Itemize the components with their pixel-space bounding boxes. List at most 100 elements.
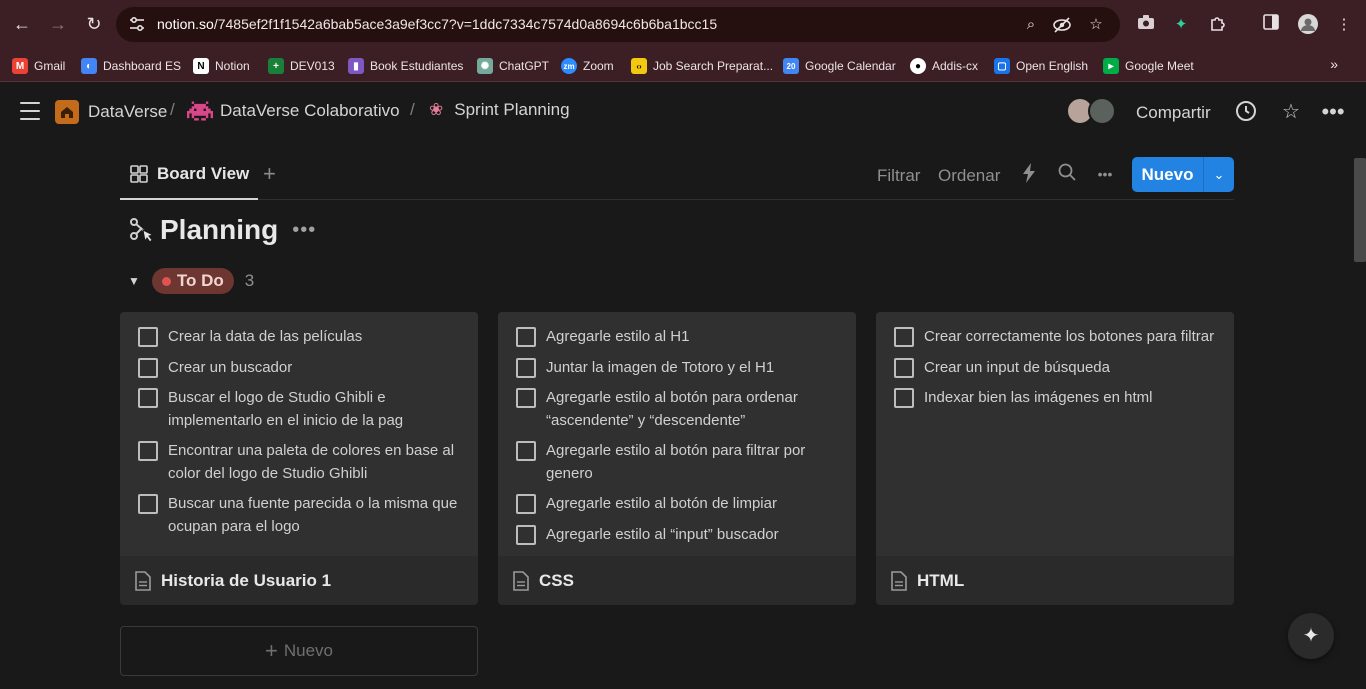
add-new-card-button[interactable]: + Nuevo	[120, 626, 478, 676]
page-scrollbar[interactable]	[1354, 158, 1366, 262]
camera-extension-icon[interactable]	[1135, 14, 1157, 36]
new-button[interactable]: Nuevo ⌄	[1132, 157, 1234, 192]
tab-board-view[interactable]: Board View	[130, 164, 249, 184]
notion-topbar: DataVerse / DataVerse Colaborativo / ❀ S…	[0, 83, 1366, 141]
bookmark-gmail[interactable]: M Gmail	[12, 55, 65, 77]
bookmark-addis-cx[interactable]: ● Addis-cx	[910, 55, 978, 77]
site-settings-icon[interactable]	[128, 15, 146, 33]
bookmark-google-calendar[interactable]: 20 Google Calendar	[783, 55, 896, 77]
todo-checkbox[interactable]	[894, 388, 914, 408]
todo-text[interactable]: Agregarle estilo al “input” buscador	[546, 524, 779, 547]
chevron-down-icon[interactable]: ⌄	[1204, 157, 1234, 192]
hummingbird-extension-icon[interactable]: ✦	[1170, 14, 1192, 36]
card-title-row[interactable]: Historia de Usuario 1	[120, 556, 478, 605]
extensions-puzzle-icon[interactable]	[1207, 14, 1229, 36]
card-title-row[interactable]: CSS	[498, 556, 856, 605]
todo-text[interactable]: Buscar el logo de Studio Ghibli e implem…	[168, 387, 460, 432]
todo-checkbox[interactable]	[516, 388, 536, 408]
bookmark-label: Book Estudiantes	[370, 59, 464, 73]
board-title: Planning •••	[128, 214, 316, 246]
todo-text[interactable]: Crear un input de búsqueda	[924, 357, 1110, 380]
sort-button[interactable]: Ordenar	[938, 166, 1000, 186]
todo-text[interactable]: Agregarle estilo al H1	[546, 326, 689, 349]
filter-button[interactable]: Filtrar	[877, 166, 920, 186]
todo-checkbox[interactable]	[894, 327, 914, 347]
bookmark-zoom[interactable]: zm Zoom	[561, 55, 614, 77]
view-more-icon[interactable]: •••	[1094, 163, 1116, 185]
new-button-label[interactable]: Nuevo	[1132, 157, 1204, 192]
todo-checkbox[interactable]	[894, 357, 914, 378]
bookmark-notion[interactable]: N Notion	[193, 55, 250, 77]
share-button[interactable]: Compartir	[1136, 103, 1211, 123]
bookmarks-overflow-icon[interactable]: »	[1330, 56, 1338, 72]
card-title-row[interactable]: HTML	[876, 556, 1234, 605]
back-arrow-icon[interactable]: ←	[9, 11, 35, 37]
todo-text[interactable]: Juntar la imagen de Totoro y el H1	[546, 357, 774, 380]
todo-checkbox[interactable]	[138, 327, 158, 347]
history-clock-icon[interactable]	[1234, 100, 1258, 124]
board-card[interactable]: Agregarle estilo al H1 Juntar la imagen …	[498, 312, 856, 605]
todo-text[interactable]: Encontrar una paleta de colores en base …	[168, 440, 460, 485]
address-bar[interactable]: notion.so/7485ef2f1f1542a6bab5ace3a9ef3c…	[116, 7, 1120, 42]
card-todo-list: Crear correctamente los botones para fil…	[876, 312, 1234, 556]
search-icon[interactable]	[1056, 163, 1078, 185]
bookmark-dashboard[interactable]: ◐ Dashboard ES	[81, 55, 181, 77]
eye-slash-icon[interactable]	[1052, 15, 1072, 35]
sidebar-menu-icon[interactable]	[20, 102, 40, 120]
board-card[interactable]: Crear la data de las películas Crear un …	[120, 312, 478, 605]
bookmark-google-meet[interactable]: ▸ Google Meet	[1103, 55, 1194, 77]
collapse-triangle-icon[interactable]: ▼	[128, 274, 140, 288]
todo-text[interactable]: Agregarle estilo al botón para filtrar p…	[546, 440, 838, 485]
todo-checkbox[interactable]	[516, 357, 536, 378]
bookmark-star-icon[interactable]: ☆	[1086, 15, 1106, 35]
add-view-plus-icon[interactable]: +	[263, 161, 276, 187]
todo-checkbox[interactable]	[138, 388, 158, 408]
automation-lightning-icon[interactable]	[1018, 163, 1040, 185]
bookmark-job-search[interactable]: ‹› Job Search Preparat...	[631, 55, 773, 77]
url-text[interactable]: notion.so/7485ef2f1f1542a6bab5ace3a9ef3c…	[157, 16, 717, 32]
profile-avatar-icon[interactable]	[1297, 14, 1319, 36]
board-card[interactable]: Crear correctamente los botones para fil…	[876, 312, 1234, 605]
breadcrumb-separator: /	[170, 100, 175, 119]
todo-text[interactable]: Buscar una fuente parecida o la misma qu…	[168, 493, 460, 538]
todo-checkbox[interactable]	[516, 494, 536, 514]
zoom-icon[interactable]: ⌕	[1021, 15, 1041, 35]
todo-text[interactable]: Indexar bien las imágenes en html	[924, 387, 1152, 410]
todo-text[interactable]: Agregarle estilo al botón para ordenar “…	[546, 387, 838, 432]
breadcrumb-workspace[interactable]: DataVerse	[55, 100, 167, 124]
todo-checkbox[interactable]	[138, 441, 158, 461]
ai-sparkle-icon[interactable]: ✦	[1288, 613, 1334, 659]
bookmark-dev013[interactable]: + DEV013	[268, 55, 335, 77]
board-title-text[interactable]: Planning	[160, 214, 278, 246]
url-path: /7485ef2f1f1542a6bab5ace3a9ef3cc7?v=1ddc…	[213, 16, 718, 32]
book-icon: ▮	[348, 58, 364, 74]
page-more-icon[interactable]: •••	[1321, 100, 1345, 124]
todo-text[interactable]: Crear la data de las películas	[168, 326, 362, 349]
breadcrumb-teamspace[interactable]: DataVerse Colaborativo	[187, 100, 400, 122]
bookmark-chatgpt[interactable]: ✺ ChatGPT	[477, 55, 549, 77]
todo-text[interactable]: Agregarle estilo al botón de limpiar	[546, 493, 777, 516]
forward-arrow-icon[interactable]: →	[45, 11, 71, 37]
todo-checkbox[interactable]	[516, 441, 536, 461]
side-panel-icon[interactable]	[1260, 14, 1282, 36]
bookmark-book-estudiantes[interactable]: ▮ Book Estudiantes	[348, 55, 463, 77]
todo-checkbox[interactable]	[516, 327, 536, 347]
todo-checkbox[interactable]	[138, 357, 158, 378]
open-english-icon: ▢	[994, 58, 1010, 74]
status-badge[interactable]: To Do	[151, 268, 234, 294]
todo-checkbox[interactable]	[138, 494, 158, 514]
favorite-star-icon[interactable]: ☆	[1279, 100, 1303, 124]
todo-checkbox[interactable]	[516, 524, 536, 545]
breadcrumb-page[interactable]: ❀ Sprint Planning	[429, 100, 570, 120]
todo-text[interactable]: Crear un buscador	[168, 357, 292, 380]
board-more-icon[interactable]: •••	[292, 219, 316, 242]
collaborator-avatars[interactable]	[1066, 97, 1118, 125]
reload-icon[interactable]: ↻	[81, 11, 107, 37]
todo-text[interactable]: Crear correctamente los botones para fil…	[924, 326, 1214, 349]
page-document-icon	[135, 570, 151, 591]
todo-item: Crear correctamente los botones para fil…	[894, 326, 1216, 349]
browser-menu-icon[interactable]: ⋮	[1333, 14, 1355, 36]
breadcrumb-teamspace-label: DataVerse Colaborativo	[220, 101, 400, 120]
lotus-icon: ❀	[429, 100, 444, 119]
bookmark-open-english[interactable]: ▢ Open English	[994, 55, 1088, 77]
